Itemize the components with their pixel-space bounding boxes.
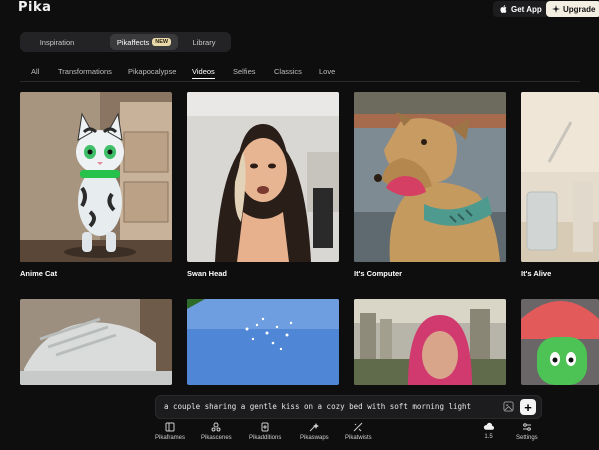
card-title: It's Alive bbox=[521, 269, 552, 278]
upgrade-button[interactable]: Upgrade bbox=[546, 1, 599, 17]
tool-pikaswaps[interactable]: Pikaswaps bbox=[300, 422, 329, 441]
upgrade-label: Upgrade bbox=[563, 4, 596, 14]
tab-library[interactable]: Library bbox=[180, 34, 228, 50]
video-card[interactable] bbox=[20, 299, 172, 385]
pika-logo[interactable]: Pika bbox=[18, 0, 51, 15]
get-app-button[interactable]: Get App bbox=[493, 1, 549, 17]
tool-pikatwists-label: Pikatwists bbox=[345, 435, 372, 441]
bottom-toolbar: Pikaframes Pikascenes Pikadditions Pikas… bbox=[0, 420, 599, 450]
card-title: Swan Head bbox=[187, 269, 228, 278]
tool-pikaframes-label: Pikaframes bbox=[155, 435, 186, 441]
scenes-icon bbox=[211, 422, 221, 432]
video-card-swan-head[interactable] bbox=[187, 92, 339, 262]
frames-icon bbox=[165, 422, 175, 432]
tool-pikascenes-label: Pikascenes bbox=[201, 435, 232, 441]
settings-button[interactable]: Settings bbox=[516, 422, 538, 441]
tool-pikaswaps-label: Pikaswaps bbox=[300, 435, 329, 441]
swap-wand-icon bbox=[309, 423, 320, 432]
image-upload-icon[interactable] bbox=[503, 401, 514, 412]
category-love[interactable]: Love bbox=[319, 67, 335, 76]
settings-sliders-icon bbox=[522, 423, 531, 431]
tool-pikatwists[interactable]: Pikatwists bbox=[345, 422, 372, 441]
its-alive-thumbnail bbox=[521, 92, 599, 262]
tab-inspiration[interactable]: Inspiration bbox=[22, 34, 92, 50]
twist-icon bbox=[353, 422, 363, 432]
model-version: 1.5 bbox=[484, 434, 493, 440]
prompt-input[interactable]: a couple sharing a gentle kiss on a cozy… bbox=[155, 395, 542, 419]
plus-icon: + bbox=[524, 399, 532, 415]
generate-button[interactable]: + bbox=[520, 399, 536, 415]
tool-pikaframes[interactable]: Pikaframes bbox=[155, 422, 185, 441]
tool-pikascenes[interactable]: Pikascenes bbox=[201, 422, 232, 441]
sparkle-icon bbox=[552, 5, 560, 13]
tab-inspiration-label: Inspiration bbox=[39, 37, 75, 47]
tab-pikaffects[interactable]: Pikaffects NEW bbox=[110, 34, 178, 50]
sky-thumbnail bbox=[187, 299, 339, 385]
category-all[interactable]: All bbox=[31, 67, 39, 76]
swan-head-thumbnail bbox=[187, 92, 339, 262]
mushroom-thumbnail bbox=[521, 299, 599, 385]
mode-switcher: Inspiration Pikaffects NEW Library bbox=[20, 32, 231, 52]
prompt-text[interactable]: a couple sharing a gentle kiss on a cozy… bbox=[164, 402, 471, 411]
card-title: Anime Cat bbox=[20, 269, 58, 278]
model-selector[interactable]: 1.5 bbox=[483, 422, 494, 440]
tab-pikaffects-label: Pikaffects bbox=[116, 37, 150, 47]
get-app-label: Get App bbox=[511, 4, 542, 14]
category-videos[interactable]: Videos bbox=[192, 67, 215, 79]
sneakers-thumbnail bbox=[20, 299, 172, 385]
city-portrait-thumbnail bbox=[354, 299, 506, 385]
cloud-icon bbox=[483, 422, 494, 430]
category-tabs: All Transformations Pikapocalypse Videos… bbox=[20, 63, 580, 82]
video-card-its-computer[interactable] bbox=[354, 92, 506, 262]
tool-pikadditions[interactable]: Pikadditions bbox=[249, 422, 281, 441]
video-card-its-alive[interactable] bbox=[521, 92, 599, 262]
tab-library-label: Library bbox=[192, 37, 216, 47]
category-classics[interactable]: Classics bbox=[274, 67, 302, 76]
video-card[interactable] bbox=[354, 299, 506, 385]
category-selfies[interactable]: Selfies bbox=[233, 67, 256, 76]
settings-label: Settings bbox=[516, 435, 538, 441]
new-badge: NEW bbox=[152, 38, 172, 46]
category-transformations[interactable]: Transformations bbox=[58, 67, 112, 76]
anime-cat-thumbnail bbox=[20, 92, 172, 262]
video-card[interactable] bbox=[187, 299, 339, 385]
category-pikapocalypse[interactable]: Pikapocalypse bbox=[128, 67, 176, 76]
top-bar: Pika Get App Upgrade bbox=[0, 0, 599, 18]
apple-icon bbox=[500, 5, 507, 13]
additions-icon bbox=[261, 422, 269, 432]
video-card-anime-cat[interactable] bbox=[20, 92, 172, 262]
card-title: It's Computer bbox=[354, 269, 403, 278]
video-card[interactable] bbox=[521, 299, 599, 385]
its-computer-thumbnail bbox=[354, 92, 506, 262]
tool-pikadditions-label: Pikadditions bbox=[249, 435, 282, 441]
